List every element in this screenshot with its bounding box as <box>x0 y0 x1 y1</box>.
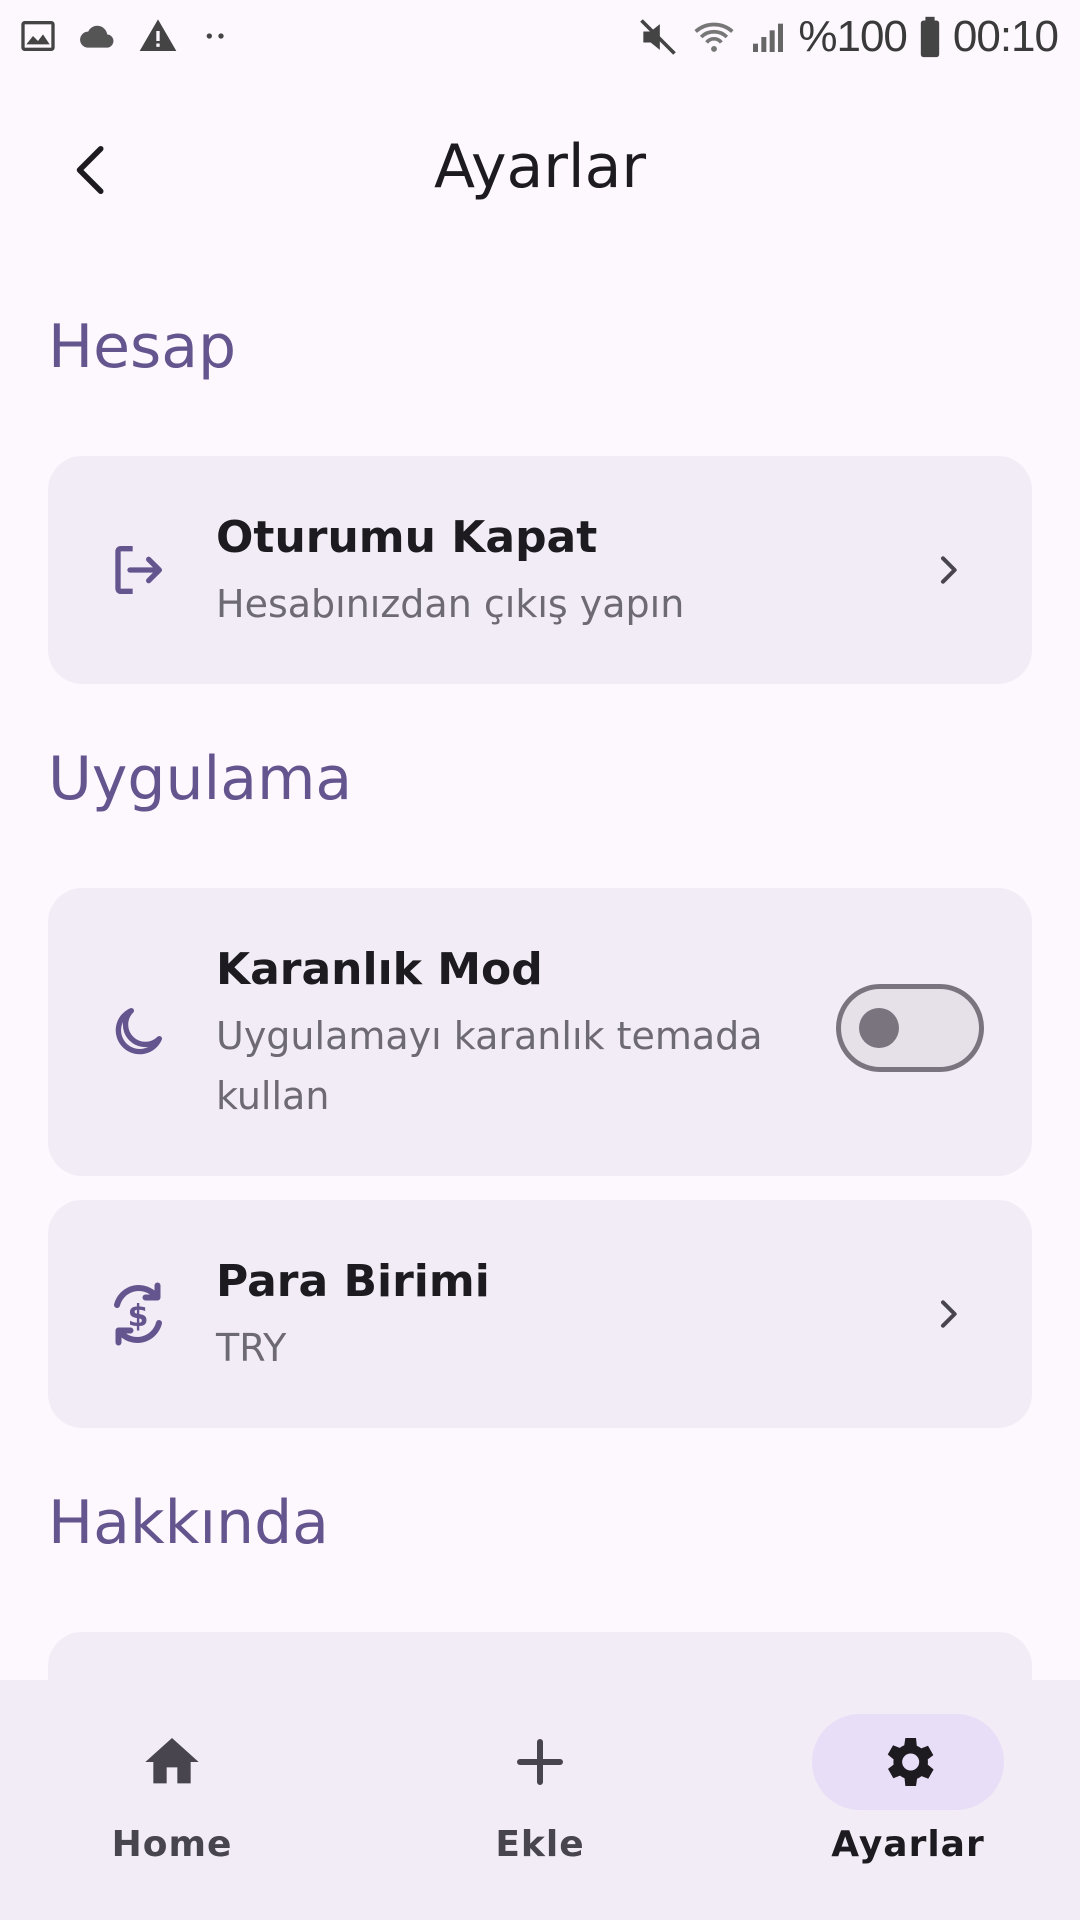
signal-icon <box>753 23 784 52</box>
status-bar: %100 00:10 <box>0 0 1080 76</box>
system-status: %100 00:10 <box>636 12 1059 62</box>
logout-title: Oturumu Kapat <box>216 512 598 563</box>
top-app-bar: Ayarlar <box>0 100 1080 240</box>
battery-icon <box>920 16 940 58</box>
section-header-about: Hakkında <box>48 1488 329 1558</box>
logout-item[interactable]: Oturumu Kapat Hesabınızdan çıkış yapın <box>48 456 1032 684</box>
nav-add-pill <box>444 1714 636 1810</box>
page-title: Ayarlar <box>433 132 647 202</box>
dark-mode-subtitle: Uygulamayı karanlık temada kullan <box>216 1014 763 1118</box>
nav-home-pill <box>76 1714 268 1810</box>
notification-icons <box>18 16 236 56</box>
dark-mode-title: Karanlık Mod <box>216 944 543 995</box>
nav-settings-label: Ayarlar <box>831 1824 985 1865</box>
nav-home[interactable]: Home <box>62 1714 282 1884</box>
clock: 00:10 <box>952 12 1059 61</box>
wifi-icon <box>694 22 734 52</box>
chevron-right-icon <box>924 546 972 594</box>
chevron-right-icon <box>924 1290 972 1338</box>
home-icon <box>145 1738 199 1784</box>
warning-icon <box>139 19 177 51</box>
mute-icon <box>640 19 677 55</box>
image-icon <box>21 21 55 51</box>
switch-knob <box>859 1008 899 1048</box>
currency-exchange-icon: $ <box>96 1272 180 1356</box>
cloud-icon <box>80 25 114 48</box>
nav-settings[interactable]: Ayarlar <box>798 1714 1018 1884</box>
nav-home-label: Home <box>111 1824 233 1865</box>
battery-percent: %100 <box>798 12 908 61</box>
dark-mode-item[interactable]: Karanlık Mod Uygulamayı karanlık temada … <box>48 888 1032 1176</box>
gear-icon <box>887 1738 934 1786</box>
plus-icon <box>517 1739 563 1785</box>
currency-item[interactable]: $ Para Birimi TRY <box>48 1200 1032 1428</box>
currency-value: TRY <box>216 1326 287 1370</box>
logout-subtitle: Hesabınızdan çıkış yapın <box>216 582 685 626</box>
nav-add[interactable]: Ekle <box>430 1714 650 1884</box>
dark-mode-switch[interactable] <box>836 984 984 1072</box>
svg-text:$: $ <box>128 1299 149 1334</box>
nav-add-label: Ekle <box>495 1824 585 1865</box>
more-notifications-icon <box>206 33 224 39</box>
currency-title: Para Birimi <box>216 1256 490 1307</box>
moon-icon <box>96 990 180 1074</box>
bottom-navigation: Home Ekle Ayarlar <box>0 1680 1080 1920</box>
section-header-account: Hesap <box>48 312 237 382</box>
nav-settings-pill <box>812 1714 1004 1810</box>
section-header-app: Uygulama <box>48 744 353 814</box>
logout-icon <box>96 528 180 612</box>
